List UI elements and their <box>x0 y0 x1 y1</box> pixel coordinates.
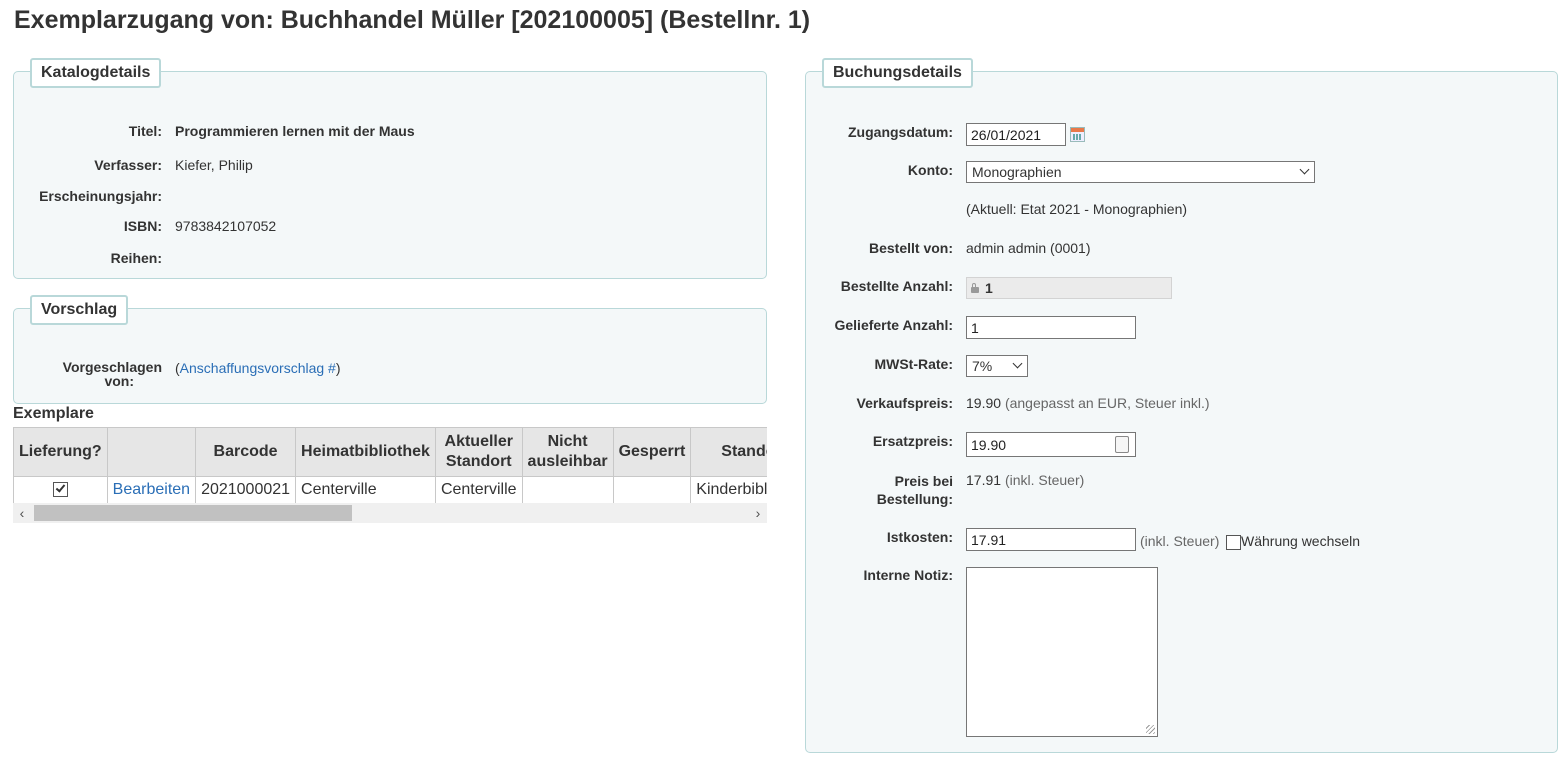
order-price-label-line2: Bestellung: <box>876 491 953 507</box>
resize-handle-icon[interactable] <box>1146 725 1155 734</box>
withdrawn-cell <box>612 476 692 504</box>
scroll-left-icon[interactable]: ‹ <box>13 503 31 523</box>
password-manager-icon <box>1115 436 1129 453</box>
order-price: 17.91 (inkl. Steuer) <box>966 472 1084 488</box>
author-value: Kiefer, Philip <box>175 157 253 173</box>
fund-select[interactable]: Monographien <box>966 161 1315 183</box>
lock-icon <box>971 283 979 293</box>
change-currency-checkbox[interactable] <box>1226 535 1241 550</box>
fund-label: Konto: <box>907 162 953 178</box>
replacement-price-label: Ersatzpreis: <box>872 433 953 449</box>
order-price-label: Preis bei Bestellung: <box>806 472 953 508</box>
suggestion-legend: Vorschlag <box>30 295 129 325</box>
purchase-suggestion-link[interactable]: Anschaffungsvorschlag # <box>180 360 336 376</box>
series-label: Reihen: <box>110 250 162 266</box>
suggested-by-label-line1: Vorgeschlagen <box>62 359 162 375</box>
title-value: Programmieren lernen mit der Maus <box>175 123 415 139</box>
title-label: Titel: <box>128 123 162 139</box>
holdingbranch-cell: Centerville <box>434 476 523 504</box>
col-homebranch[interactable]: Heimatbibliothek <box>295 427 436 477</box>
fund-select-value: Monographien <box>972 164 1062 180</box>
items-horizontal-scrollbar[interactable]: ‹ › <box>13 503 767 523</box>
table-row: Bearbeiten 2021000021 Centerville Center… <box>13 476 767 504</box>
internal-note-textarea[interactable] <box>966 567 1158 737</box>
col-location[interactable]: Standort <box>690 427 767 477</box>
received-qty-label: Gelieferte Anzahl: <box>834 317 953 333</box>
chevron-down-icon <box>1012 358 1023 369</box>
actual-cost-label: Istkosten: <box>886 529 953 545</box>
tax-rate-value: 7% <box>972 358 993 374</box>
retail-price: 19.90 (angepasst an EUR, Steuer inkl.) <box>966 395 1210 411</box>
notforloan-cell <box>521 476 614 504</box>
replacement-price-input[interactable] <box>966 432 1136 457</box>
received-cell <box>13 476 108 504</box>
barcode-cell: 2021000021 <box>195 476 297 504</box>
col-notforloan[interactable]: Nicht ausleihbar <box>521 427 614 477</box>
edit-cell: Bearbeiten <box>106 476 197 504</box>
scrollbar-thumb[interactable] <box>34 505 352 521</box>
receive-date-label: Zugangsdatum: <box>848 124 953 140</box>
edit-item-link[interactable]: Bearbeiten <box>113 481 190 498</box>
items-table: Lieferung? Barcode Heimatbibliothek Aktu… <box>13 427 767 504</box>
ordered-qty-label: Bestellte Anzahl: <box>840 278 953 294</box>
fund-current: (Aktuell: Etat 2021 - Monographien) <box>966 201 1188 217</box>
catalog-details-fieldset: Katalogdetails Titel: Programmieren lern… <box>13 58 767 279</box>
page-title: Exemplarzugang von: Buchhandel Müller [2… <box>14 6 811 34</box>
received-checkbox[interactable] <box>52 482 68 498</box>
col-withdrawn[interactable]: Gesperrt <box>612 427 692 477</box>
items-heading: Exemplare <box>13 405 94 422</box>
ordered-qty-value: 1 <box>985 280 993 296</box>
actual-cost-note: (inkl. Steuer) <box>1140 533 1220 549</box>
booking-details-fieldset: Buchungsdetails Zugangsdatum: Konto: Mon… <box>805 58 1558 753</box>
items-header-row: Lieferung? Barcode Heimatbibliothek Aktu… <box>13 427 767 477</box>
tax-rate-label: MWSt-Rate: <box>874 356 953 372</box>
checkmark-icon <box>55 482 66 493</box>
order-price-note: (inkl. Steuer) <box>1004 472 1085 488</box>
col-barcode[interactable]: Barcode <box>195 427 297 477</box>
isbn-value: 9783842107052 <box>175 218 277 234</box>
paren-close: ) <box>335 360 341 376</box>
homebranch-cell: Centerville <box>295 476 436 504</box>
retail-price-label: Verkaufspreis: <box>856 395 954 411</box>
ordered-qty-field: 1 <box>966 277 1172 299</box>
change-currency-label[interactable]: Währung wechseln <box>1241 533 1360 549</box>
received-qty-input[interactable] <box>966 316 1136 339</box>
retail-price-note: (angepasst an EUR, Steuer inkl.) <box>1004 395 1210 411</box>
calendar-icon[interactable] <box>1070 127 1085 142</box>
year-label: Erscheinungsjahr: <box>39 188 162 204</box>
scroll-right-icon[interactable]: › <box>749 503 767 523</box>
booking-details-legend: Buchungsdetails <box>822 58 973 88</box>
order-price-value: 17.91 <box>966 472 1002 488</box>
catalog-details-legend: Katalogdetails <box>30 58 162 88</box>
retail-price-value: 19.90 <box>966 395 1002 411</box>
location-cell: Kinderbibliothek <box>690 476 767 504</box>
order-price-label-line1: Preis bei <box>894 473 953 489</box>
actual-cost-input[interactable] <box>966 528 1136 551</box>
col-holdingbranch[interactable]: Aktueller Standort <box>434 427 523 477</box>
suggested-by-label-line2: von: <box>104 373 134 389</box>
tax-rate-select[interactable]: 7% <box>966 355 1028 377</box>
author-label: Verfasser: <box>94 157 162 173</box>
chevron-down-icon <box>1299 164 1310 175</box>
suggested-by-value: (Anschaffungsvorschlag #) <box>175 360 341 376</box>
ordered-by-label: Bestellt von: <box>868 240 953 256</box>
suggestion-fieldset: Vorschlag Vorgeschlagen von: (Anschaffun… <box>13 295 767 404</box>
receive-date-input[interactable] <box>966 123 1066 146</box>
suggested-by-label: Vorgeschlagen von: <box>14 360 162 388</box>
ordered-by-value: admin admin (0001) <box>966 240 1091 256</box>
internal-note-label: Interne Notiz: <box>863 567 953 583</box>
col-received[interactable]: Lieferung? <box>13 427 108 477</box>
col-actions <box>106 427 197 477</box>
isbn-label: ISBN: <box>123 218 162 234</box>
